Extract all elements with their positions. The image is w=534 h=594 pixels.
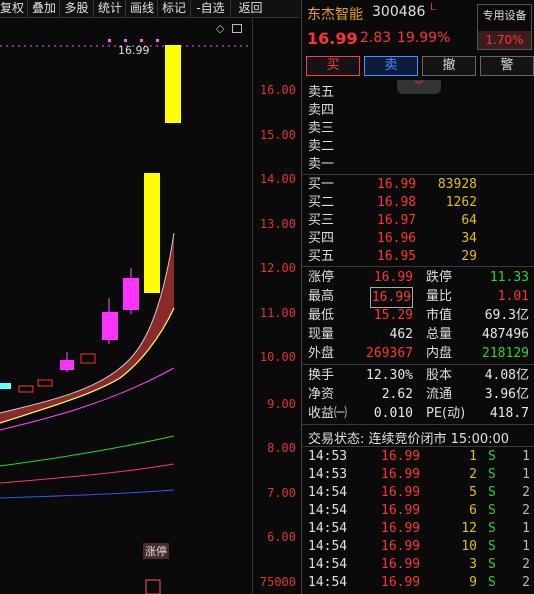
stock-name[interactable]: 东杰智能 bbox=[307, 4, 363, 24]
divider bbox=[302, 446, 534, 447]
ma120-line bbox=[0, 489, 175, 499]
ask-row: 卖一 bbox=[308, 157, 335, 172]
candle bbox=[0, 383, 11, 389]
stock-flag: L bbox=[430, 2, 436, 13]
ma30-line bbox=[0, 435, 175, 467]
restore-rights-button[interactable]: 复权 bbox=[0, 0, 28, 18]
trading-status: 交易状态: 连续竞价闭市 15:00:00 bbox=[308, 432, 510, 447]
tick-row: 14:54 16.99 10 S 1 bbox=[308, 539, 530, 554]
divider bbox=[302, 424, 534, 425]
price-tick: 11.00 bbox=[259, 306, 296, 320]
limit-dot bbox=[108, 39, 111, 42]
ask-row: 卖三 bbox=[308, 121, 335, 136]
stat-row: 涨停 16.99 跌停 11.33 bbox=[308, 270, 529, 285]
limit-up-tag: 涨停 bbox=[143, 543, 169, 559]
price-tick: 8.00 bbox=[267, 441, 296, 455]
candle bbox=[123, 278, 139, 310]
candle bbox=[18, 385, 34, 393]
stat-row: 换手 12.30% 股本 4.08亿 bbox=[308, 368, 529, 383]
axis-separator bbox=[252, 18, 253, 594]
ask-row: 卖四 bbox=[308, 103, 335, 118]
price-change-pct: 19.99% bbox=[397, 30, 451, 46]
tick-row: 14:53 16.99 1 S 1 bbox=[308, 449, 530, 464]
limit-dot bbox=[124, 39, 127, 42]
sector-name: 专用设备 bbox=[482, 9, 527, 22]
bid-row: 买四 16.96 34 bbox=[308, 231, 477, 246]
stat-row: 最低 15.29 市值 69.3亿 bbox=[308, 308, 529, 323]
tick-row: 14:54 16.99 9 S 2 bbox=[308, 575, 530, 590]
mark-button[interactable]: 标记 bbox=[158, 0, 191, 18]
diamond-icon[interactable]: ◇ bbox=[216, 22, 224, 35]
multi-stock-button[interactable]: 多股 bbox=[60, 0, 94, 18]
price-tick: 7.00 bbox=[267, 486, 296, 500]
stat-row: 收益㈠ 0.010 PE(动) 418.7 bbox=[308, 406, 529, 421]
limit-up-candle bbox=[165, 45, 181, 123]
price-tick: 14.00 bbox=[259, 172, 296, 186]
draw-line-button[interactable]: 画线 bbox=[126, 0, 158, 18]
ask-row: 卖五 bbox=[308, 85, 335, 100]
overlay-button[interactable]: 叠加 bbox=[28, 0, 60, 18]
stat-row: 现量 462 总量 487496 bbox=[308, 327, 529, 342]
limit-dot bbox=[156, 39, 159, 42]
ask-row: 卖二 bbox=[308, 139, 335, 154]
stat-row: 最高 16.99 量比 1.01 bbox=[302, 287, 534, 308]
price-tick: 12.00 bbox=[259, 261, 296, 275]
stat-row: 外盘 269367 内盘 218129 bbox=[308, 346, 529, 361]
price-tick: 13.00 bbox=[259, 217, 296, 231]
price-tick: 16.00 bbox=[259, 83, 296, 97]
bid-row: 买三 16.97 64 bbox=[308, 213, 477, 228]
candle bbox=[102, 312, 118, 340]
price-change: 2.83 bbox=[360, 30, 392, 46]
buy-button[interactable]: 买 bbox=[306, 56, 360, 76]
kline-canvas bbox=[0, 39, 252, 594]
price-tick: 15.00 bbox=[259, 128, 296, 142]
chart-toolbar: 复权 叠加 多股 统计 画线 标记 -自选 返回 bbox=[0, 0, 300, 18]
bid-row: 买二 16.98 1262 bbox=[308, 195, 477, 210]
high-price-marker: 16.99 bbox=[118, 44, 150, 57]
divider bbox=[302, 364, 534, 365]
sell-button[interactable]: 卖 bbox=[364, 56, 418, 76]
bid-row: 买一 16.99 83928 bbox=[308, 177, 477, 192]
bid-row: 买五 16.95 29 bbox=[308, 249, 477, 264]
window-icon[interactable] bbox=[232, 24, 242, 33]
alert-button[interactable]: 警 bbox=[480, 56, 534, 76]
sector-change: 1.70% bbox=[478, 31, 531, 49]
volume-tick: 75000 bbox=[259, 575, 296, 589]
trade-actions: 买 卖 撤 警 bbox=[306, 56, 534, 76]
divider bbox=[302, 266, 534, 267]
divider bbox=[302, 174, 534, 175]
sector-box[interactable]: 专用设备 1.70% bbox=[477, 4, 532, 50]
price-tick: 6.00 bbox=[267, 530, 296, 544]
limit-up-candle bbox=[144, 173, 160, 293]
ma60-line bbox=[0, 463, 175, 484]
stock-code: 300486 bbox=[372, 4, 426, 20]
price-tick: 9.00 bbox=[267, 397, 296, 411]
tick-row: 14:54 16.99 3 S 2 bbox=[308, 557, 530, 572]
tick-row: 14:53 16.99 2 S 1 bbox=[308, 467, 530, 482]
ma20-line bbox=[0, 367, 175, 431]
last-price: 16.99 bbox=[307, 29, 358, 48]
limit-dot bbox=[140, 39, 143, 42]
price-tick: 10.00 bbox=[259, 350, 296, 364]
stat-row: 净资 2.62 流通 3.96亿 bbox=[308, 387, 529, 402]
kline-chart[interactable]: ◇ 16.99 16.00 15.00 14.00 13.00 12.00 11… bbox=[0, 18, 300, 594]
tick-row: 14:54 16.99 12 S 1 bbox=[308, 521, 530, 536]
candle bbox=[60, 360, 74, 370]
candle bbox=[37, 379, 53, 387]
statistics-button[interactable]: 统计 bbox=[94, 0, 126, 18]
candle bbox=[80, 353, 96, 364]
back-button[interactable]: 返回 bbox=[231, 0, 270, 18]
cancel-order-button[interactable]: 撤 bbox=[422, 56, 476, 76]
volume-bar bbox=[145, 579, 161, 594]
remove-watchlist-button[interactable]: -自选 bbox=[191, 0, 231, 18]
tick-row: 14:54 16.99 6 S 2 bbox=[308, 503, 530, 518]
tick-row: 14:54 16.99 5 S 2 bbox=[308, 485, 530, 500]
quote-panel: 东杰智能 300486 L 16.99 2.83 19.99% 专用设备 1.7… bbox=[301, 0, 534, 594]
